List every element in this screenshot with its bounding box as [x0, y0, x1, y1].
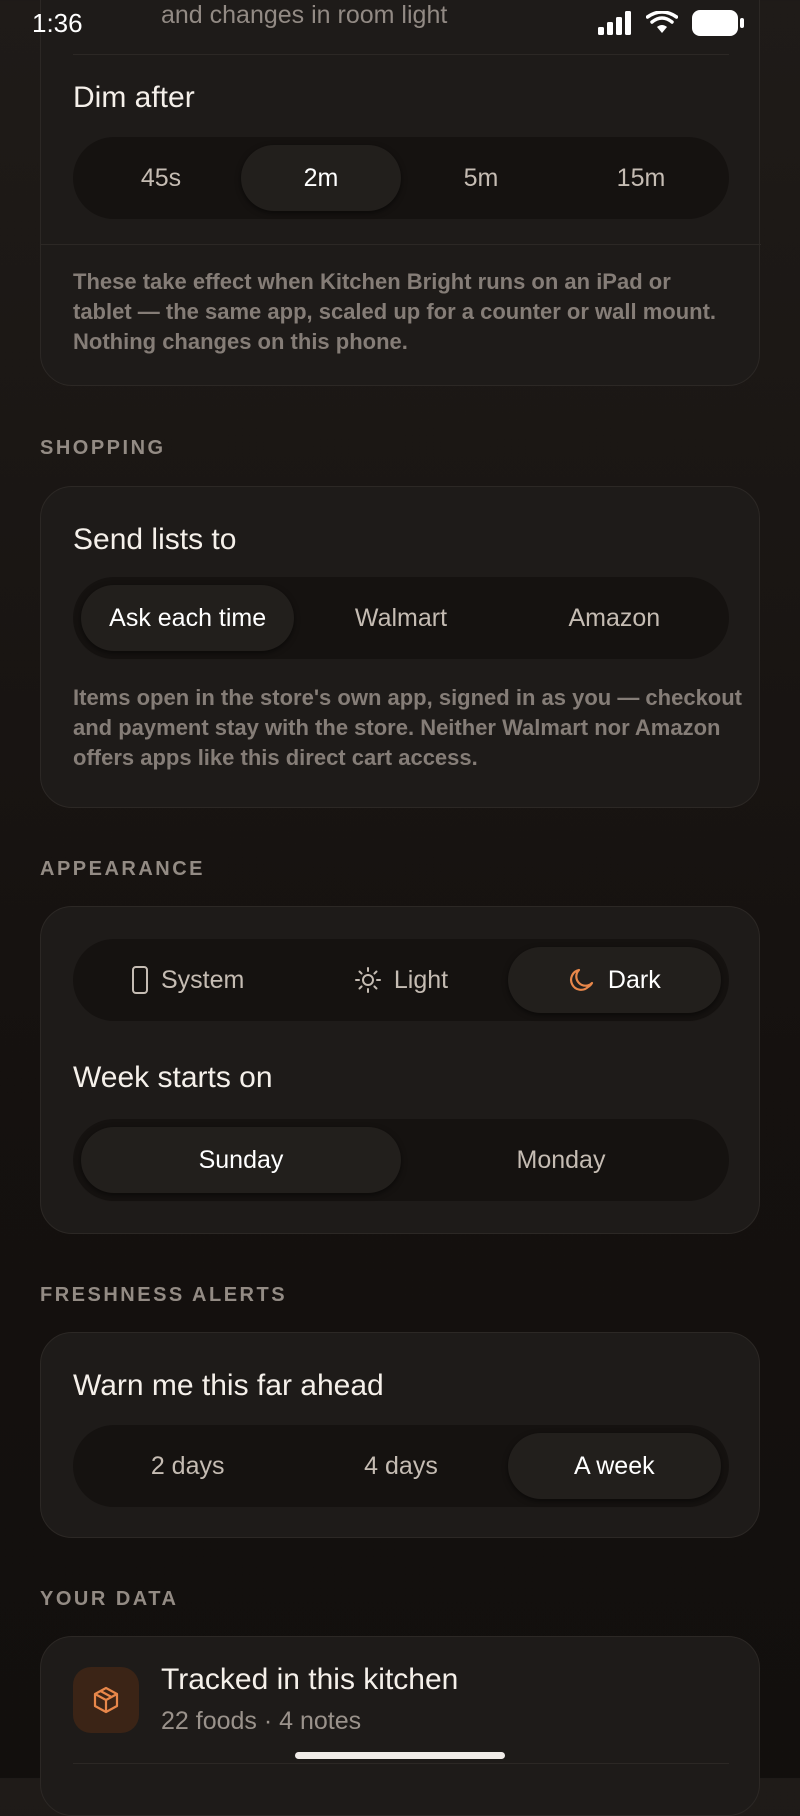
battery-icon — [692, 10, 744, 36]
tablet-settings-card: and changes in room light Dim after 45s … — [40, 0, 761, 386]
divider — [73, 1763, 729, 1764]
dim-after-option-2m[interactable]: 2m — [241, 145, 401, 211]
send-lists-option-walmart[interactable]: Walmart — [294, 585, 507, 651]
home-indicator[interactable] — [295, 1752, 505, 1759]
section-header-your-data: YOUR DATA — [40, 1588, 179, 1610]
send-lists-title: Send lists to — [73, 523, 237, 556]
dim-after-option-5m[interactable]: 5m — [401, 145, 561, 211]
divider — [41, 244, 761, 245]
shopping-card: Send lists to Ask each time Walmart Amaz… — [40, 486, 760, 808]
week-start-option-monday[interactable]: Monday — [401, 1127, 721, 1193]
send-lists-segment: Ask each time Walmart Amazon — [73, 577, 729, 659]
send-lists-option-amazon[interactable]: Amazon — [508, 585, 721, 651]
send-lists-option-ask[interactable]: Ask each time — [81, 585, 295, 651]
warn-option-a-week[interactable]: A week — [507, 1433, 721, 1499]
moon-icon — [569, 968, 594, 991]
tablet-note: These take effect when Kitchen Bright ru… — [73, 269, 717, 354]
section-header-appearance: APPEARANCE — [40, 858, 206, 880]
dim-after-title: Dim after — [73, 81, 195, 114]
warn-ahead-title: Warn me this far ahead — [73, 1369, 384, 1402]
status-time: 1:36 — [32, 8, 83, 38]
theme-option-light[interactable]: Light — [294, 947, 507, 1013]
tracked-subtitle: 22 foods · 4 notes — [161, 1707, 362, 1735]
warn-option-2-days[interactable]: 2 days — [81, 1433, 294, 1499]
divider — [73, 54, 729, 55]
shopping-note: Items open in the store's own app, signe… — [73, 685, 743, 770]
phone-icon — [131, 966, 148, 994]
theme-option-system[interactable]: System — [81, 947, 294, 1013]
warn-option-4-days[interactable]: 4 days — [294, 1433, 507, 1499]
section-header-shopping: SHOPPING — [40, 437, 166, 459]
status-icons — [598, 10, 744, 36]
signal-icon — [598, 11, 631, 35]
tracked-title: Tracked in this kitchen — [161, 1663, 459, 1696]
week-starts-title: Week starts on — [73, 1061, 273, 1094]
dim-after-segment: 45s 2m 5m 15m — [73, 137, 729, 219]
dim-after-option-15m[interactable]: 15m — [561, 145, 721, 211]
sun-icon — [354, 967, 381, 993]
section-header-freshness: FRESHNESS ALERTS — [40, 1284, 288, 1306]
theme-segment: System Light Dark — [73, 939, 729, 1021]
theme-option-label: System — [160, 965, 245, 994]
status-bar: 1:36 — [0, 0, 800, 48]
appearance-card: System Light Dark Week starts on Sunday — [40, 906, 760, 1234]
theme-option-label: Dark — [607, 965, 661, 994]
dim-after-option-45s[interactable]: 45s — [81, 145, 241, 211]
theme-option-dark[interactable]: Dark — [507, 947, 721, 1013]
warn-ahead-segment: 2 days 4 days A week — [73, 1425, 729, 1507]
box-icon — [93, 1686, 119, 1714]
theme-option-label: Light — [393, 965, 449, 994]
wifi-icon — [646, 11, 678, 33]
freshness-card: Warn me this far ahead 2 days 4 days A w… — [40, 1332, 760, 1538]
week-start-segment: Sunday Monday — [73, 1119, 729, 1201]
week-start-option-sunday[interactable]: Sunday — [81, 1127, 401, 1193]
your-data-card[interactable]: Tracked in this kitchen 22 foods · 4 not… — [40, 1636, 760, 1816]
box-icon-wrap — [73, 1667, 139, 1733]
